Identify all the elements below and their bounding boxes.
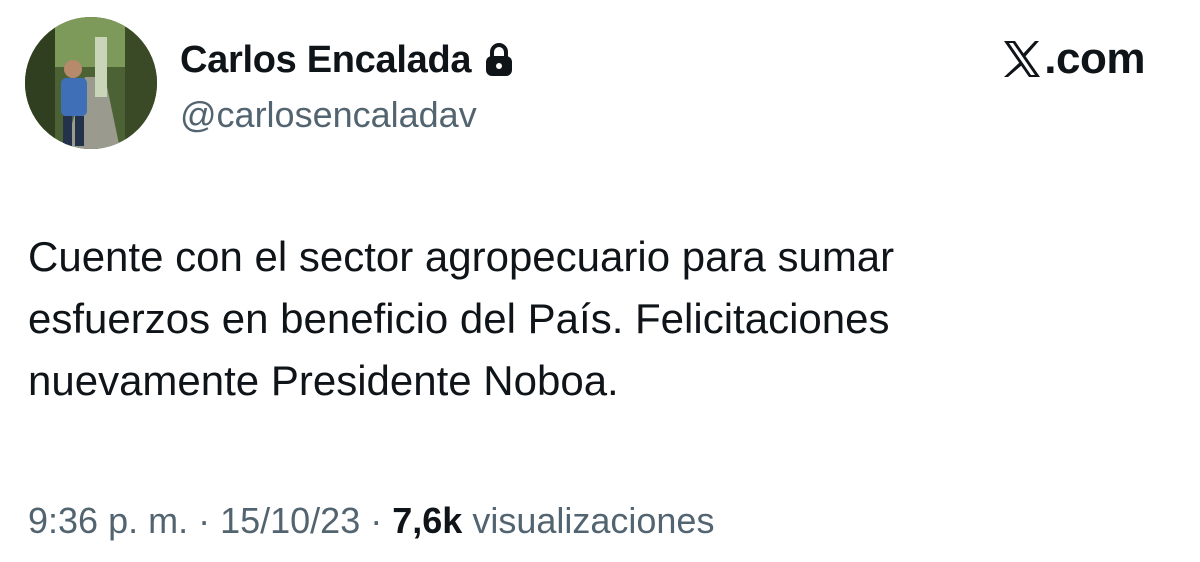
lock-icon (483, 42, 515, 78)
tweet-meta: 9:36 p. m. · 15/10/23 · 7,6k visualizaci… (28, 500, 714, 542)
avatar-photo (25, 17, 157, 149)
brand-watermark: .com (1002, 32, 1145, 86)
tweet-text-line: esfuerzos en beneficio del País. Felicit… (28, 295, 890, 342)
meta-separator: · (360, 500, 393, 541)
tweet-text-line: nuevamente Presidente Noboa. (28, 357, 619, 404)
x-logo-icon (1002, 39, 1042, 79)
meta-separator: · (188, 500, 221, 541)
tweet-time[interactable]: 9:36 p. m. (28, 500, 188, 541)
views-count: 7,6k (392, 500, 463, 541)
tweet-date[interactable]: 15/10/23 (220, 500, 360, 541)
author-name[interactable]: Carlos Encalada (180, 39, 472, 82)
tweet-text-line: Cuente con el sector agropecuario para s… (28, 233, 895, 280)
author-name-row: Carlos Encalada (180, 36, 515, 84)
brand-text: .com (1044, 34, 1145, 83)
avatar[interactable] (25, 17, 157, 149)
tweet-card: Carlos Encalada @carlosencaladav .com Cu… (0, 0, 1200, 562)
author-handle[interactable]: @carlosencaladav (180, 94, 477, 136)
views-label: visualizaciones (472, 500, 715, 541)
tweet-text: Cuente con el sector agropecuario para s… (28, 226, 1148, 412)
